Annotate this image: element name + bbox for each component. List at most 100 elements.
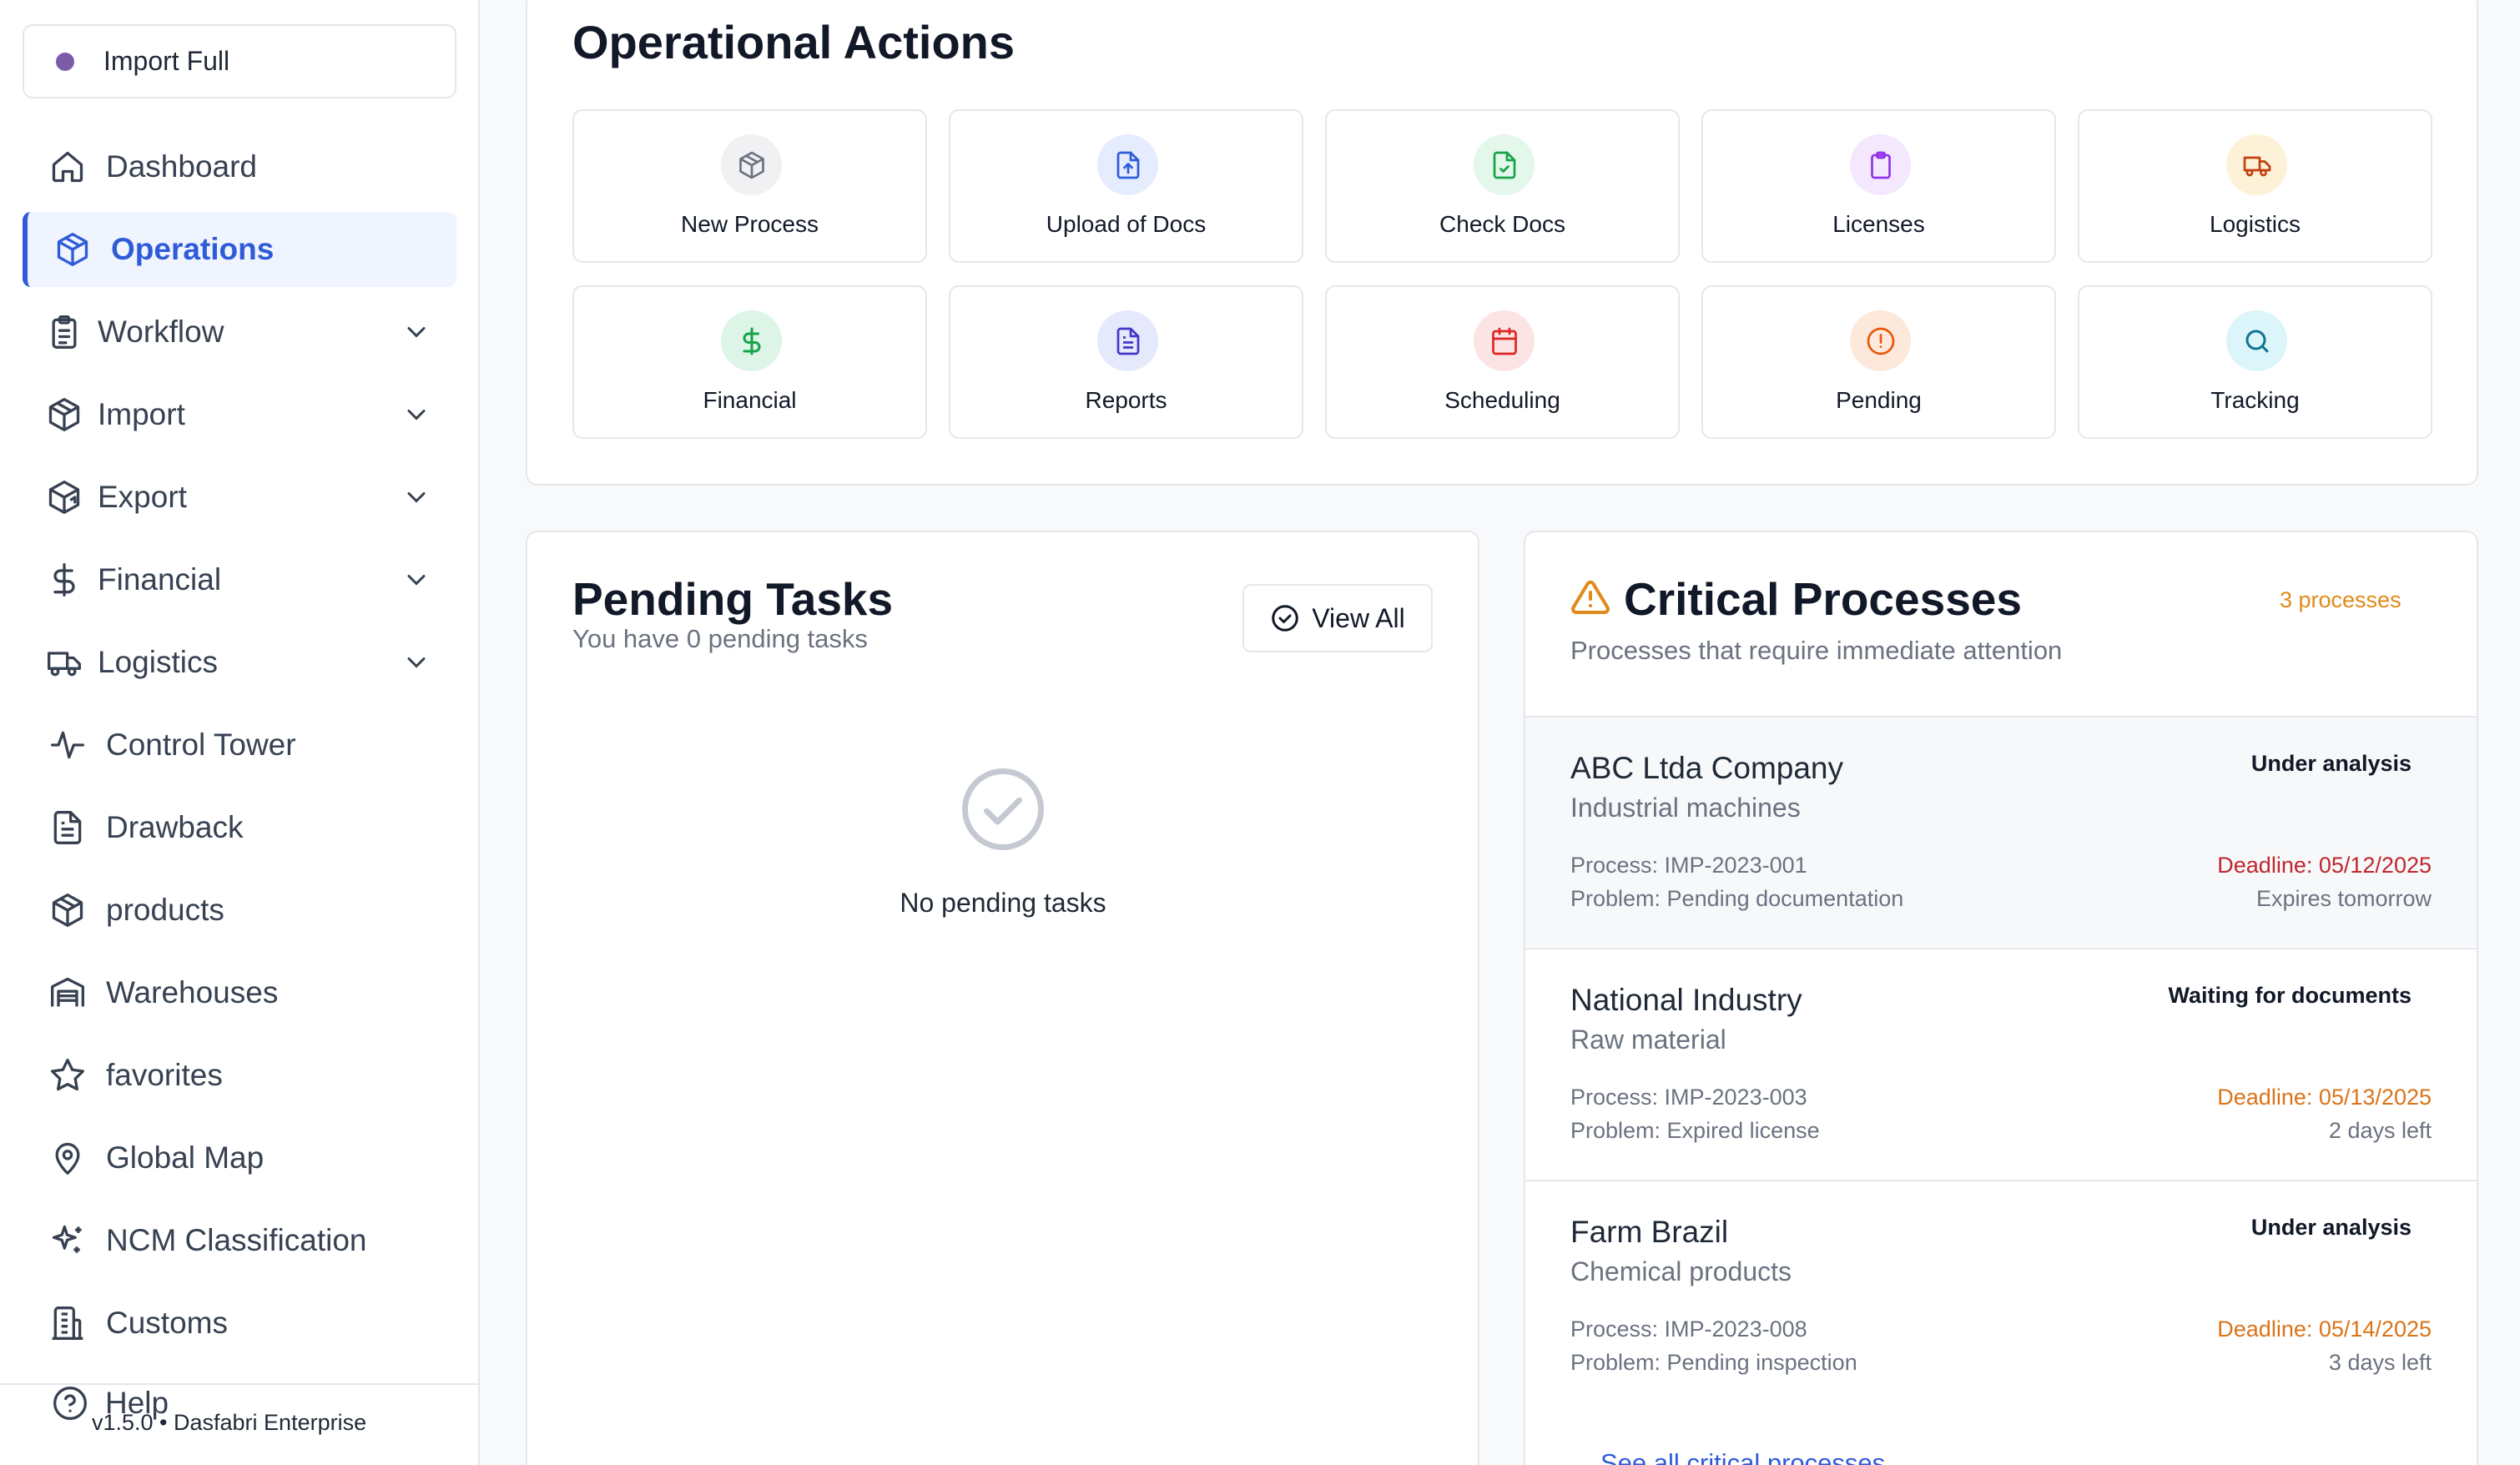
chevron-down-icon[interactable] xyxy=(401,565,431,595)
sidebar-item-dashboard[interactable]: Dashboard xyxy=(23,129,456,204)
process-row[interactable]: National Industry Raw material Process: … xyxy=(1525,948,2477,1178)
status-badge: Under analysis xyxy=(2250,1215,2412,1240)
sidebar-item-label: products xyxy=(106,893,224,927)
action-tracking[interactable]: Tracking xyxy=(2078,285,2432,439)
action-label: Tracking xyxy=(2210,387,2300,413)
dollar-icon xyxy=(721,310,782,371)
sidebar-item-label: Drawback xyxy=(106,810,244,844)
import-mode-label: Import Full xyxy=(103,46,230,76)
sidebar-item-label: Customs xyxy=(106,1306,228,1340)
process-problem: Problem: Pending documentation xyxy=(1570,886,1904,911)
chevron-down-icon[interactable] xyxy=(401,317,431,347)
truck-icon xyxy=(2226,134,2287,195)
chevron-down-icon[interactable] xyxy=(401,482,431,512)
sidebar-item-favorites[interactable]: favorites xyxy=(23,1038,456,1113)
sidebar-item-drawback[interactable]: Drawback xyxy=(23,790,456,865)
action-new-process[interactable]: New Process xyxy=(572,109,927,263)
action-label: Logistics xyxy=(2210,211,2301,237)
sidebar-item-logistics[interactable]: Logistics xyxy=(23,625,456,700)
sidebar-item-import[interactable]: Import xyxy=(23,377,456,452)
chevron-down-icon[interactable] xyxy=(401,400,431,430)
sidebar-item-label: Control Tower xyxy=(106,727,296,762)
see-all-critical-link[interactable]: See all critical processes xyxy=(1600,1448,1885,1465)
truck-icon xyxy=(44,642,84,682)
process-count-badge: 3 processes xyxy=(2280,587,2402,612)
status-badge: Waiting for documents xyxy=(2168,983,2412,1008)
sidebar-item-global-map[interactable]: Global Map xyxy=(23,1120,456,1196)
action-label: Pending xyxy=(1836,387,1922,413)
action-pending[interactable]: Pending xyxy=(1701,285,2056,439)
action-licenses[interactable]: Licenses xyxy=(1701,109,2056,263)
sidebar-item-operations[interactable]: Operations xyxy=(23,212,456,287)
pending-tasks-card xyxy=(526,531,1479,1465)
sidebar-item-workflow[interactable]: Workflow xyxy=(23,295,456,370)
warehouse-icon xyxy=(48,973,88,1013)
empty-state-text: No pending tasks xyxy=(900,888,1106,918)
package-icon xyxy=(53,229,93,269)
process-number: Process: IMP-2023-008 xyxy=(1570,1316,1807,1342)
sparkles-icon xyxy=(48,1221,88,1261)
calendar-icon xyxy=(1474,310,1535,371)
critical-processes-subtitle: Processes that require immediate attenti… xyxy=(1570,636,2063,665)
action-upload-docs[interactable]: Upload of Docs xyxy=(949,109,1303,263)
help-circle-icon xyxy=(53,1387,87,1420)
action-logistics[interactable]: Logistics xyxy=(2078,109,2432,263)
file-text-icon xyxy=(1097,310,1158,371)
alert-triangle-icon xyxy=(1571,580,1610,614)
action-scheduling[interactable]: Scheduling xyxy=(1325,285,1680,439)
import-mode-selector[interactable]: Import Full xyxy=(23,24,456,98)
process-row[interactable]: ABC Ltda Company Industrial machines Pro… xyxy=(1525,716,2477,946)
process-problem: Problem: Pending inspection xyxy=(1570,1350,1857,1375)
sidebar-item-control-tower[interactable]: Control Tower xyxy=(23,707,456,783)
sidebar-item-customs[interactable]: Customs xyxy=(23,1286,456,1361)
sidebar-item-label: Dashboard xyxy=(106,149,258,184)
view-all-label: View All xyxy=(1312,602,1405,633)
clipboard-icon xyxy=(1850,134,1911,195)
sidebar-item-label: Import xyxy=(98,397,185,431)
page-title: Operational Actions xyxy=(572,16,1016,68)
action-label: Upload of Docs xyxy=(1046,211,1207,237)
process-number: Process: IMP-2023-003 xyxy=(1570,1085,1807,1110)
sidebar-item-label: Workflow xyxy=(98,315,224,349)
action-reports[interactable]: Reports xyxy=(949,285,1303,439)
action-check-docs[interactable]: Check Docs xyxy=(1325,109,1680,263)
status-dot xyxy=(56,52,74,71)
sidebar-item-export[interactable]: Export xyxy=(23,460,456,535)
pending-tasks-title: Pending Tasks xyxy=(572,573,894,625)
pending-tasks-subtitle: You have 0 pending tasks xyxy=(572,624,868,653)
time-left-text: Expires tomorrow xyxy=(2255,886,2432,911)
process-row[interactable]: Farm Brazil Chemical products Process: I… xyxy=(1525,1180,2477,1410)
action-label: Scheduling xyxy=(1444,387,1560,413)
sidebar-item-label: Logistics xyxy=(98,645,218,679)
file-check-icon xyxy=(1474,134,1535,195)
action-label: New Process xyxy=(681,211,819,237)
check-circle-icon xyxy=(962,768,1044,850)
sidebar-item-ncm-classification[interactable]: NCM Classification xyxy=(23,1203,456,1278)
clipboard-icon xyxy=(44,312,84,352)
home-icon xyxy=(48,147,88,187)
chevron-down-icon[interactable] xyxy=(401,647,431,677)
file-upload-icon xyxy=(1097,134,1158,195)
deadline-text: Deadline: 05/13/2025 xyxy=(2217,1085,2432,1110)
search-icon xyxy=(2226,310,2287,371)
view-all-button[interactable]: View All xyxy=(1242,584,1433,652)
deadline-text: Deadline: 05/12/2025 xyxy=(2217,853,2432,878)
package-export-icon xyxy=(44,477,84,517)
sidebar: Import Full Dashboard Operations Workflo… xyxy=(0,0,480,1465)
process-number: Process: IMP-2023-001 xyxy=(1570,853,1807,878)
company-name: National Industry xyxy=(1570,983,1802,1017)
deadline-text: Deadline: 05/14/2025 xyxy=(2217,1316,2432,1342)
action-label: Licenses xyxy=(1832,211,1925,237)
sidebar-item-label: Operations xyxy=(111,232,275,266)
package-icon xyxy=(721,134,782,195)
file-text-icon xyxy=(48,808,88,848)
sidebar-item-products[interactable]: products xyxy=(23,873,456,948)
sidebar-item-warehouses[interactable]: Warehouses xyxy=(23,955,456,1030)
time-left-text: 2 days left xyxy=(2328,1118,2432,1143)
version-label: v1.5.0 • Dasfabri Enterprise xyxy=(92,1410,367,1435)
sidebar-item-label: favorites xyxy=(106,1058,223,1092)
product-name: Chemical products xyxy=(1570,1256,1792,1286)
action-financial[interactable]: Financial xyxy=(572,285,927,439)
sidebar-item-financial[interactable]: Financial xyxy=(23,542,456,617)
package-icon xyxy=(48,890,88,930)
